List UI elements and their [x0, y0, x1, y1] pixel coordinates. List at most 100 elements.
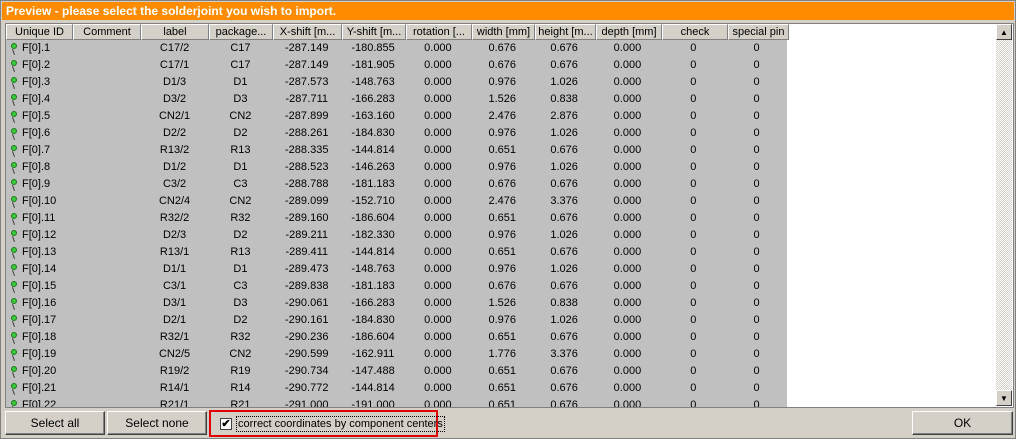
cell-label: D2/3: [162, 229, 187, 241]
table-row[interactable]: F[0].4 D3/2 D3 -287.711 -166.283 0.000 1.526 0.…: [6, 91, 787, 108]
column-header-width[interactable]: width [mm]: [472, 24, 535, 40]
table-row[interactable]: F[0].12 D2/3 D2 -289.211 -182.330 0.000 0.976 1…: [6, 227, 787, 244]
cell-package: D1: [233, 76, 248, 88]
column-header-comment[interactable]: Comment: [73, 24, 141, 40]
cell-y-shift: -186.604: [351, 212, 395, 224]
column-header-height[interactable]: height [m...: [535, 24, 596, 40]
table-row[interactable]: F[0].5 CN2/1 CN2 -287.899 -163.160 0.000 2.476…: [6, 108, 787, 125]
select-all-button[interactable]: Select all: [5, 411, 105, 435]
table-row[interactable]: F[0].22 R21/1 R21 -291.000 -191.000 0.000 0.65…: [6, 397, 787, 407]
checkmark-icon: ✔: [221, 418, 231, 430]
cell-rotation: 0.000: [424, 263, 452, 275]
table-row[interactable]: F[0].11 R32/2 R32 -289.160 -186.604 0.000 0.65…: [6, 210, 787, 227]
cell-height: 2.876: [550, 110, 578, 122]
table-row[interactable]: F[0].13 R13/1 R13 -289.411 -144.814 0.000 0.65…: [6, 244, 787, 261]
cell-special-pin: 0: [753, 178, 760, 190]
column-header-rotation[interactable]: rotation [...: [406, 24, 472, 40]
import-preview-window: Preview - please select the solderjoint …: [0, 0, 1016, 439]
cell-special-pin: 0: [753, 297, 760, 309]
unique-id-text: F[0].18: [22, 331, 57, 343]
cell-package: R21: [230, 399, 251, 407]
cell-unique-id: F[0].15: [6, 278, 73, 295]
column-header-label[interactable]: label: [141, 24, 209, 40]
pin-icon: [10, 229, 18, 243]
cell-comment: [73, 125, 141, 142]
cell-special-pin: 0: [753, 42, 760, 54]
unique-id-text: F[0].3: [22, 76, 51, 88]
cell-depth: 0.000: [613, 144, 642, 156]
cell-width: 0.976: [488, 229, 517, 241]
cell-rotation: 0.000: [424, 144, 452, 156]
cell-comment: [73, 397, 141, 407]
column-header-y-shift[interactable]: Y-shift [m...: [342, 24, 406, 40]
pin-icon: [10, 59, 18, 73]
column-header-check[interactable]: check: [662, 24, 728, 40]
table-row[interactable]: F[0].2 C17/1 C17 -287.149 -181.905 0.000 0.676…: [6, 57, 787, 74]
cell-label: D2/1: [162, 314, 187, 326]
cell-package: C3: [233, 280, 248, 292]
cell-special-pin: 0: [753, 246, 760, 258]
cell-y-shift: -163.160: [351, 110, 395, 122]
table-row[interactable]: F[0].14 D1/1 D1 -289.473 -148.763 0.000 0.976 1…: [6, 261, 787, 278]
table-row[interactable]: F[0].20 R19/2 R19 -290.734 -147.488 0.000 0.65…: [6, 363, 787, 380]
cell-rotation: 0.000: [424, 42, 452, 54]
table-row[interactable]: F[0].16 D3/1 D3 -290.061 -166.283 0.000 1.526 0…: [6, 295, 787, 312]
column-header-special-pin[interactable]: special pin: [728, 24, 789, 40]
column-header-unique-id[interactable]: Unique ID: [6, 24, 73, 40]
unique-id-text: F[0].15: [22, 280, 57, 292]
cell-unique-id: F[0].11: [6, 210, 73, 227]
correct-coordinates-checkbox[interactable]: ✔: [220, 418, 232, 430]
cell-rotation: 0.000: [424, 229, 452, 241]
cell-comment: [73, 329, 141, 346]
cell-width: 0.676: [488, 280, 517, 292]
cell-depth: 0.000: [613, 246, 642, 258]
cell-package: C17: [230, 42, 251, 54]
cell-package: D2: [233, 229, 248, 241]
cell-rotation: 0.000: [424, 331, 452, 343]
column-header-x-shift[interactable]: X-shift [m...: [273, 24, 342, 40]
table-row[interactable]: F[0].21 R14/1 R14 -290.772 -144.814 0.000 0.65…: [6, 380, 787, 397]
pin-icon: [10, 280, 18, 294]
cell-height: 1.026: [550, 263, 578, 275]
table-row[interactable]: F[0].8 D1/2 D1 -288.523 -146.263 0.000 0.976 1.…: [6, 159, 787, 176]
cell-unique-id: F[0].12: [6, 227, 73, 244]
cell-label: R14/1: [159, 382, 190, 394]
cell-unique-id: F[0].17: [6, 312, 73, 329]
cell-width: 0.651: [488, 365, 517, 377]
cell-x-shift: -288.523: [285, 161, 329, 173]
cell-depth: 0.000: [613, 331, 642, 343]
table-row[interactable]: F[0].9 C3/2 C3 -288.788 -181.183 0.000 0.676 0.…: [6, 176, 787, 193]
cell-check: 0: [690, 263, 697, 275]
cell-y-shift: -191.000: [351, 399, 395, 407]
table-row[interactable]: F[0].17 D2/1 D2 -290.161 -184.830 0.000 0.976 1…: [6, 312, 787, 329]
cell-special-pin: 0: [753, 59, 760, 71]
cell-special-pin: 0: [753, 76, 760, 88]
cell-label: D1/2: [162, 161, 187, 173]
cell-unique-id: F[0].7: [6, 142, 73, 159]
vertical-scrollbar[interactable]: ▲ ▼: [996, 24, 1012, 406]
ok-button[interactable]: OK: [912, 411, 1013, 435]
scroll-up-button[interactable]: ▲: [996, 24, 1012, 40]
table-row[interactable]: F[0].15 C3/1 C3 -289.838 -181.183 0.000 0.676 0…: [6, 278, 787, 295]
cell-unique-id: F[0].18: [6, 329, 73, 346]
column-header-depth[interactable]: depth [mm]: [596, 24, 662, 40]
table-row[interactable]: F[0].1 C17/2 C17 -287.149 -180.855 0.000 0.676…: [6, 40, 787, 57]
table-row[interactable]: F[0].19 CN2/5 CN2 -290.599 -162.911 0.000 1.77…: [6, 346, 787, 363]
cell-package: CN2: [229, 110, 252, 122]
table-row[interactable]: F[0].3 D1/3 D1 -287.573 -148.763 0.000 0.976 1.…: [6, 74, 787, 91]
unique-id-text: F[0].1: [22, 42, 51, 54]
cell-special-pin: 0: [753, 331, 760, 343]
table-row[interactable]: F[0].6 D2/2 D2 -288.261 -184.830 0.000 0.976 1.…: [6, 125, 787, 142]
cell-label: R13/2: [159, 144, 190, 156]
cell-rotation: 0.000: [424, 348, 452, 360]
scroll-down-button[interactable]: ▼: [996, 390, 1012, 406]
table-row[interactable]: F[0].7 R13/2 R13 -288.335 -144.814 0.000 0.651…: [6, 142, 787, 159]
correct-coordinates-label[interactable]: correct coordinates by component centers: [236, 416, 445, 432]
cell-y-shift: -182.330: [351, 229, 395, 241]
column-header-package[interactable]: package...: [209, 24, 273, 40]
cell-height: 1.026: [550, 161, 578, 173]
table-row[interactable]: F[0].18 R32/1 R32 -290.236 -186.604 0.000 0.65…: [6, 329, 787, 346]
table-row[interactable]: F[0].10 CN2/4 CN2 -289.099 -152.710 0.000 2.47…: [6, 193, 787, 210]
select-none-button[interactable]: Select none: [107, 411, 207, 435]
cell-height: 3.376: [550, 348, 578, 360]
